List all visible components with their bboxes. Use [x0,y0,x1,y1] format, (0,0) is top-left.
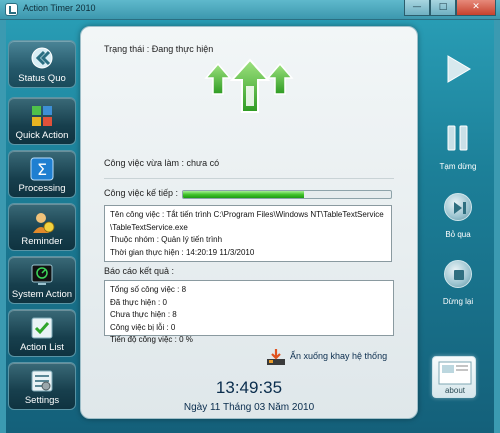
progress-fill [183,191,304,198]
close-button[interactable]: ✕ [456,0,496,16]
date: Ngày 11 Tháng 03 Năm 2010 [183,402,315,413]
sidebar-item-settings[interactable]: Settings [8,362,76,410]
clock: 13:49:35 [215,378,283,397]
minimize-button[interactable]: — [404,0,430,16]
status-quo-icon [31,47,53,69]
pause-label: Tạm dừng [439,162,477,171]
sidebar-item-label: Reminder [21,236,63,247]
window-controls: — □ ✕ [404,0,496,16]
current-task-label: Công việc vừa làm : chưa có [104,158,220,168]
stop-label: Dừng lại [442,297,474,306]
task-name-line: Tên công việc : Tắt tiến trình C:\Progra… [110,210,384,219]
next-task-details: Tên công việc : Tắt tiến trình C:\Progra… [104,205,392,262]
sidebar-item-label: Action List [20,342,64,353]
task-path-line: \TableTextService.exe [110,222,188,232]
task-time-line: Thời gian thực hiện : 14:20:19 11/3/2010 [110,247,255,257]
skip-button[interactable] [444,193,472,221]
sidebar-item-status-quo[interactable]: Status Quo [8,40,76,88]
sidebar-item-action-list[interactable]: Action List [8,309,76,357]
play-button[interactable] [444,54,472,84]
about-thumbnail[interactable]: about [432,356,476,398]
divider [104,178,394,179]
app-icon [5,3,18,16]
window-border-right [494,20,500,433]
report-errors: Công việc bị lỗi : 0 [110,322,176,332]
about-thumbnail-caption: about [444,386,466,395]
upload-arrows-icon [204,58,294,113]
sidebar-item-label: System Action [11,289,73,300]
report-details: Tổng số công việc : 8 Đã thực hiện : 0 C… [104,280,394,344]
maximize-button[interactable]: □ [430,0,456,16]
skip-label: Bỏ qua [445,230,471,239]
report-label: Báo cáo kết quả : [104,266,175,276]
tray-icon [267,349,285,365]
sidebar-item-quick-action[interactable]: Quick Action [8,97,76,145]
reminder-icon [33,213,55,233]
minimize-to-tray-label: Ẩn xuống khay hệ thống [290,351,388,361]
action-list-icon [31,317,53,339]
status-label: Trạng thái : Đang thực hiện [104,44,214,54]
sidebar-item-processing[interactable]: Σ Processing [8,150,76,198]
sidebar-item-system-action[interactable]: System Action [8,256,76,304]
sidebar-item-label: Settings [24,395,60,406]
report-pending: Chưa thực hiện : 8 [110,310,177,319]
svg-text:Σ: Σ [37,160,47,179]
stop-button[interactable] [444,260,472,288]
system-action-icon [31,264,53,285]
stop-icon [454,270,464,280]
skip-icon [454,202,466,214]
report-progress: Tiến độ công việc : 0 % [110,335,193,344]
settings-icon [31,370,53,392]
processing-icon: Σ [30,157,54,181]
sidebar-item-label: Status Quo [18,73,66,84]
pause-button[interactable] [446,124,470,152]
title-bar[interactable]: Action Timer 2010 — □ ✕ [0,0,500,20]
next-task-progress-bar [182,190,392,199]
quick-action-icon [32,106,52,126]
task-group-line: Thuộc nhóm : Quản lý tiến trình [110,235,223,244]
sidebar-item-reminder[interactable]: Reminder [8,203,76,251]
window-title: Action Timer 2010 [23,3,96,13]
report-done: Đã thực hiện : 0 [110,297,167,307]
next-task-label: Công việc kế tiếp : [104,188,179,198]
sidebar-item-label: Quick Action [15,130,69,141]
window-border-left [0,20,6,433]
minimize-to-tray-link[interactable]: Ẩn xuống khay hệ thống [266,348,396,366]
sidebar-item-label: Processing [18,183,66,194]
report-total: Tổng số công việc : 8 [110,285,187,294]
